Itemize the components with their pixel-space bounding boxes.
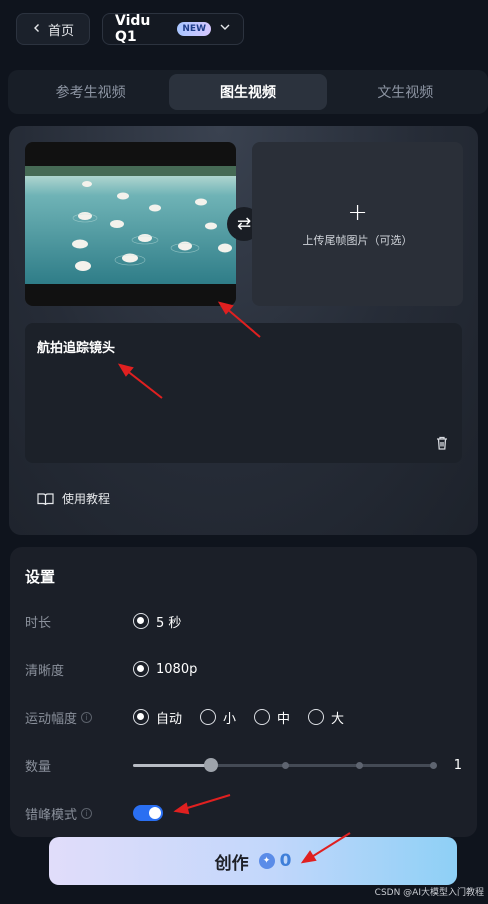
motion-option-label: 小 bbox=[223, 711, 237, 727]
duration-option-label: 5 秒 bbox=[156, 615, 182, 631]
motion-label-text: 运动幅度 bbox=[25, 711, 78, 727]
home-button[interactable]: 首页 bbox=[16, 13, 90, 45]
create-label: 创作 bbox=[214, 853, 249, 874]
count-value: 1 bbox=[453, 757, 462, 773]
duration-row: 时长 5 秒 bbox=[25, 610, 462, 632]
motion-option-medium[interactable]: 中 bbox=[254, 708, 290, 727]
create-button[interactable]: 创作 ✦ 0 bbox=[49, 837, 457, 885]
radio-checked bbox=[133, 613, 149, 629]
radio-unchecked bbox=[200, 709, 217, 725]
motion-option-small[interactable]: 小 bbox=[200, 708, 236, 727]
credit-icon: ✦ bbox=[258, 853, 275, 869]
first-frame-image[interactable] bbox=[25, 142, 236, 306]
slider-step-dot[interactable] bbox=[282, 762, 289, 769]
slider-thumb[interactable] bbox=[204, 758, 218, 772]
model-name: Vidu Q1 bbox=[115, 13, 151, 45]
radio-checked bbox=[133, 661, 149, 677]
settings-title: 设置 bbox=[25, 568, 56, 586]
count-row: 数量 1 bbox=[25, 754, 462, 776]
info-icon[interactable]: i bbox=[81, 711, 93, 723]
resolution-label: 清晰度 bbox=[25, 663, 65, 679]
book-icon bbox=[37, 492, 54, 505]
offpeak-row: 错峰模式 i bbox=[25, 802, 462, 824]
radio-checked bbox=[133, 709, 149, 725]
count-label: 数量 bbox=[25, 759, 52, 775]
upload-last-frame[interactable]: + 上传尾帧图片（可选） bbox=[252, 142, 463, 306]
resolution-option-1080p[interactable]: 1080p bbox=[133, 661, 197, 677]
duration-option-5s[interactable]: 5 秒 bbox=[133, 612, 181, 631]
swap-icon: ⇄ bbox=[236, 214, 252, 234]
upload-last-frame-label: 上传尾帧图片（可选） bbox=[302, 234, 413, 247]
motion-option-large[interactable]: 大 bbox=[308, 708, 344, 727]
motion-option-label: 自动 bbox=[156, 711, 183, 727]
top-bar: 首页 Vidu Q1 NEW bbox=[16, 13, 472, 47]
duration-label: 时长 bbox=[25, 615, 52, 631]
plus-icon: + bbox=[347, 198, 368, 226]
credit-count: ✦ 0 bbox=[258, 851, 292, 871]
offpeak-label: 错峰模式 i bbox=[25, 804, 133, 823]
model-select[interactable]: Vidu Q1 NEW bbox=[102, 13, 244, 45]
mode-tabs: 参考生视频 图生视频 文生视频 bbox=[8, 70, 488, 114]
generation-panel: ⇄ + 上传尾帧图片（可选） 航拍追踪镜头 使用教程 bbox=[9, 126, 478, 535]
settings-panel: 设置 时长 5 秒 清晰度 1080p 运动幅度 i 自动 小 中 大 数量 1… bbox=[10, 547, 477, 837]
slider-step-dot[interactable] bbox=[430, 762, 437, 769]
radio-unchecked bbox=[254, 709, 271, 725]
credit-value: 0 bbox=[279, 851, 292, 871]
motion-label: 运动幅度 i bbox=[25, 708, 133, 727]
resolution-row: 清晰度 1080p bbox=[25, 658, 462, 680]
slider-fill bbox=[133, 764, 211, 767]
offpeak-toggle[interactable] bbox=[133, 805, 163, 821]
tab-reference-video[interactable]: 参考生视频 bbox=[12, 74, 169, 110]
motion-option-auto[interactable]: 自动 bbox=[133, 708, 182, 727]
chevron-down-icon bbox=[219, 21, 231, 37]
info-icon[interactable]: i bbox=[81, 807, 93, 819]
offpeak-label-text: 错峰模式 bbox=[25, 807, 78, 823]
tutorial-label: 使用教程 bbox=[62, 492, 111, 506]
home-label: 首页 bbox=[47, 23, 74, 39]
chevron-left-icon bbox=[32, 22, 42, 37]
prompt-text: 航拍追踪镜头 bbox=[37, 341, 116, 356]
resolution-option-label: 1080p bbox=[156, 661, 198, 677]
tutorial-link[interactable]: 使用教程 bbox=[37, 490, 110, 507]
trash-icon[interactable] bbox=[434, 435, 450, 451]
prompt-input[interactable]: 航拍追踪镜头 bbox=[25, 323, 462, 463]
new-badge: NEW bbox=[177, 22, 211, 36]
motion-row: 运动幅度 i 自动 小 中 大 bbox=[25, 706, 462, 728]
count-slider[interactable] bbox=[133, 757, 437, 773]
radio-unchecked bbox=[308, 709, 325, 725]
slider-step-dot[interactable] bbox=[356, 762, 363, 769]
motion-option-label: 中 bbox=[277, 711, 291, 727]
tab-text-to-video[interactable]: 文生视频 bbox=[327, 74, 484, 110]
geese-thumbnail bbox=[25, 166, 236, 284]
motion-option-label: 大 bbox=[331, 711, 345, 727]
watermark: CSDN @AI大模型入门教程 bbox=[374, 888, 484, 898]
tab-image-to-video[interactable]: 图生视频 bbox=[169, 74, 327, 110]
